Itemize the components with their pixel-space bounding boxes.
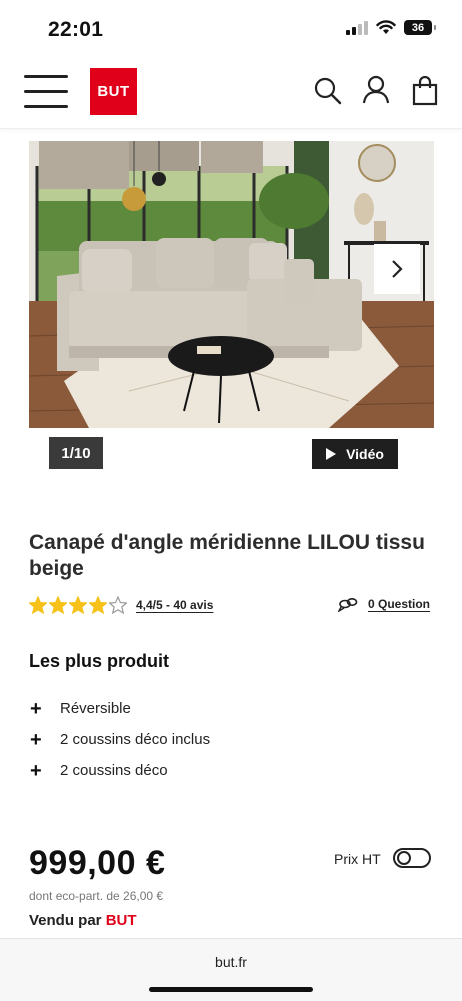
prix-ht-toggle[interactable]	[393, 848, 431, 868]
but-logo[interactable]: BUT	[90, 68, 137, 115]
rating-row: 4,4/5 - 40 avis	[29, 596, 213, 614]
eco-participation: dont eco-part. de 26,00 €	[29, 889, 164, 903]
rating-stars	[29, 596, 127, 614]
question-label: 0 Question	[368, 597, 431, 611]
seller-name[interactable]: BUT	[106, 912, 137, 929]
plus-icon: +	[30, 697, 42, 720]
image-counter: 1/10	[49, 437, 103, 469]
video-button[interactable]: Vidéo	[312, 439, 398, 469]
browser-address-bar[interactable]: but.fr	[0, 938, 462, 1001]
feature-item: + 2 coussins déco inclus	[30, 724, 210, 755]
sold-by: Vendu par BUT	[29, 912, 137, 929]
feature-label: Réversible	[60, 700, 131, 717]
product-price: 999,00 €	[29, 844, 166, 882]
status-icons: 36	[346, 20, 436, 35]
prix-ht-label: Prix HT	[334, 851, 381, 867]
plus-icon: +	[30, 728, 42, 751]
plus-icon: +	[30, 759, 42, 782]
site-header: BUT	[0, 58, 462, 129]
signal-icon	[346, 20, 368, 35]
feature-label: 2 coussins déco	[60, 762, 168, 779]
reviews-link[interactable]: 4,4/5 - 40 avis	[136, 598, 213, 612]
questions-link[interactable]: 0 Question	[338, 596, 430, 612]
feature-item: + 2 coussins déco	[30, 755, 210, 786]
url-text[interactable]: but.fr	[0, 954, 462, 970]
star-filled-icon	[49, 596, 67, 614]
star-filled-icon	[69, 596, 87, 614]
video-label: Vidéo	[346, 446, 384, 462]
hamburger-menu-icon[interactable]	[24, 75, 68, 109]
status-time: 22:01	[48, 18, 104, 41]
home-indicator	[149, 987, 313, 992]
star-filled-icon	[29, 596, 47, 614]
sold-by-prefix: Vendu par	[29, 912, 102, 929]
product-title: Canapé d'angle méridienne LILOU tissu be…	[29, 531, 425, 580]
features-list: + Réversible + 2 coussins déco inclus + …	[30, 693, 210, 786]
play-icon	[326, 448, 337, 460]
question-chat-icon	[338, 597, 358, 612]
status-bar: 22:01 36	[0, 0, 462, 58]
search-icon[interactable]	[313, 76, 343, 106]
chevron-right-icon	[392, 260, 403, 278]
battery-icon: 36	[404, 20, 436, 35]
star-empty-icon	[109, 596, 127, 614]
cart-icon[interactable]	[410, 76, 440, 106]
next-image-button[interactable]	[374, 244, 420, 294]
star-filled-icon	[89, 596, 107, 614]
product-image[interactable]	[29, 141, 434, 428]
account-icon[interactable]	[361, 74, 391, 104]
feature-label: 2 coussins déco inclus	[60, 731, 211, 748]
toggle-knob	[397, 851, 411, 865]
wifi-icon	[376, 20, 396, 34]
feature-item: + Réversible	[30, 693, 210, 724]
features-title: Les plus produit	[29, 651, 170, 671]
